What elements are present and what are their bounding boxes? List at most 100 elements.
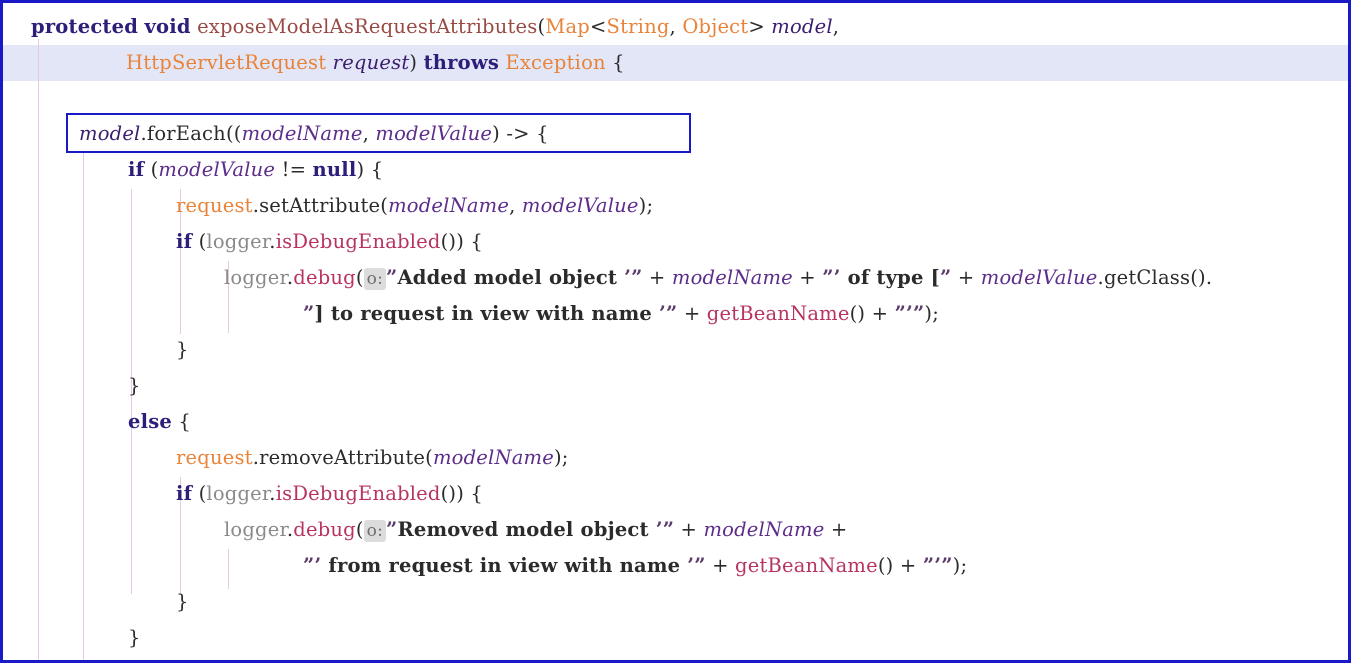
code-lines[interactable]: protected void exposeModelAsRequestAttri…	[3, 3, 1348, 660]
code-token: Map	[545, 15, 590, 38]
code-line[interactable]	[3, 81, 31, 117]
code-token: if	[176, 230, 193, 253]
code-token: +	[705, 554, 736, 577]
code-token: Added model object	[397, 266, 625, 289]
code-token: (	[425, 446, 433, 469]
code-token: else	[128, 410, 172, 433]
code-line[interactable]: request.setAttribute(modelName, modelVal…	[3, 188, 653, 224]
code-token: ) {	[356, 158, 384, 181]
code-token: );	[952, 554, 968, 577]
code-token: }	[128, 374, 141, 397]
code-line[interactable]: ”’ from request in view with name ’” + g…	[3, 548, 967, 584]
code-token: Removed model object	[397, 518, 656, 541]
code-token: }	[128, 626, 141, 649]
code-token: ”	[386, 518, 398, 541]
code-token: +	[951, 266, 981, 289]
code-token: ”’”	[922, 554, 953, 577]
code-token: void	[144, 15, 191, 38]
code-line[interactable]: }	[3, 368, 141, 404]
code-token: ((	[225, 122, 242, 145]
code-token: ”’	[303, 554, 322, 577]
code-token: ,	[362, 122, 376, 145]
code-token: request	[176, 194, 253, 217]
code-token: request	[176, 446, 253, 469]
code-token: +	[674, 518, 704, 541]
code-token: null	[312, 158, 357, 181]
code-token: )	[409, 51, 424, 74]
code-token: modelValue	[375, 122, 493, 145]
code-line[interactable]: if (logger.isDebugEnabled()) {	[3, 224, 483, 260]
code-token: modelValue	[980, 266, 1098, 289]
code-token: modelName	[432, 446, 554, 469]
code-line[interactable]: else {	[3, 404, 191, 440]
code-token: HttpServletRequest	[126, 51, 327, 74]
code-token: ”	[303, 302, 315, 325]
code-token: model	[771, 15, 833, 38]
code-token: modelName	[388, 194, 510, 217]
code-token: );	[638, 194, 654, 217]
code-token: ,	[669, 15, 683, 38]
code-token: +	[642, 266, 672, 289]
code-token: ().	[1190, 266, 1213, 289]
code-token: !=	[275, 158, 313, 181]
code-token: () +	[877, 554, 923, 577]
code-token: ,	[832, 15, 840, 38]
code-token: }	[176, 338, 189, 361]
code-token: request	[332, 51, 410, 74]
code-token: ) -> {	[492, 122, 549, 145]
code-token: removeAttribute	[259, 446, 426, 469]
code-token: of type [	[840, 266, 941, 289]
code-token: if	[128, 158, 145, 181]
code-line[interactable]: if (logger.isDebugEnabled()) {	[3, 476, 483, 512]
code-token: +	[677, 302, 707, 325]
code-token: getClass	[1103, 266, 1191, 289]
code-token: logger	[206, 482, 270, 505]
code-line[interactable]: model.forEach((modelName, modelValue) ->…	[3, 116, 549, 152]
code-token: }	[176, 590, 189, 613]
code-token: {	[605, 51, 625, 74]
code-token: Object	[682, 15, 749, 38]
code-token: (	[380, 194, 389, 217]
code-line[interactable]: }	[3, 620, 141, 656]
code-token: <	[589, 15, 607, 38]
code-token: throws	[423, 51, 500, 74]
code-line[interactable]: request.removeAttribute(modelName);	[3, 440, 569, 476]
code-token: ”	[386, 266, 398, 289]
code-token: );	[924, 302, 939, 325]
code-token: ”’	[822, 266, 841, 289]
code-token: (	[192, 230, 207, 253]
code-token: isDebugEnabled	[275, 230, 441, 253]
code-line[interactable]: logger.debug(o: ”Added model object ’” + …	[3, 260, 1212, 296]
code-token: ”’”	[894, 302, 925, 325]
code-line[interactable]: }	[3, 332, 189, 368]
code-token: (	[355, 518, 364, 541]
code-token: ()) {	[440, 482, 484, 505]
code-token: ’”	[659, 302, 678, 325]
code-token: String	[606, 15, 670, 38]
editor-surface[interactable]: protected void exposeModelAsRequestAttri…	[3, 3, 1348, 660]
code-line[interactable]: HttpServletRequest request) throws Excep…	[3, 45, 625, 81]
code-line[interactable]: protected void exposeModelAsRequestAttri…	[3, 9, 839, 45]
code-token: if	[176, 482, 193, 505]
code-token: ’”	[687, 554, 706, 577]
code-line[interactable]: if (modelValue != null) {	[3, 152, 383, 188]
code-line[interactable]: ”] to request in view with name ’” + get…	[3, 296, 939, 332]
code-line[interactable]: }	[3, 584, 189, 620]
code-line[interactable]: logger.debug(o: ”Removed model object ’” …	[3, 512, 847, 548]
code-token: logger	[224, 518, 287, 541]
code-token: setAttribute	[259, 194, 381, 217]
code-line[interactable]: }	[3, 656, 92, 660]
code-token: ’”	[624, 266, 643, 289]
code-token: logger	[206, 230, 270, 253]
code-token: debug	[293, 266, 356, 289]
code-token: +	[792, 266, 823, 289]
code-token: logger	[224, 266, 287, 289]
code-token: +	[824, 518, 848, 541]
code-token: ”	[940, 266, 952, 289]
code-token: from request in view with name	[321, 554, 688, 577]
code-token: () +	[849, 302, 895, 325]
code-token: modelName	[241, 122, 363, 145]
code-token: );	[553, 446, 569, 469]
code-token: modelValue	[521, 194, 639, 217]
code-token: ()) {	[440, 230, 484, 253]
